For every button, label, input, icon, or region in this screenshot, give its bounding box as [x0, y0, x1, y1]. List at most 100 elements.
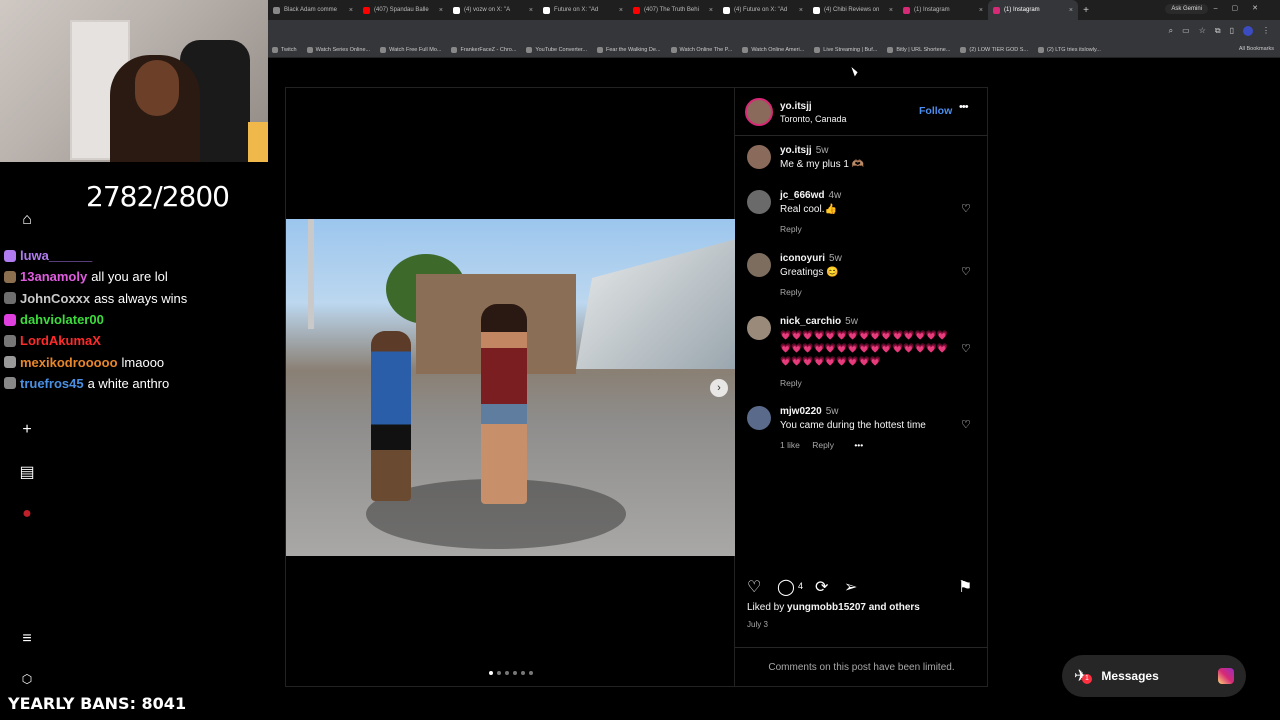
chat-username[interactable]: 13anamoly: [20, 269, 87, 284]
browser-tab[interactable]: (4) Future on X: "Ad ×: [718, 0, 808, 20]
like-comment-icon[interactable]: ♡: [961, 265, 971, 278]
close-tab-icon[interactable]: ×: [439, 7, 443, 14]
tab-favicon: [993, 6, 1000, 14]
bookmark-item[interactable]: Fear the Walking De...: [597, 46, 661, 53]
zoom-icon[interactable]: ⌕: [1169, 26, 1173, 36]
carousel-dot[interactable]: [497, 671, 501, 675]
bookmark-item[interactable]: Bitly | URL Shortene...: [887, 46, 950, 53]
messages-button[interactable]: ✈ 1 Messages: [1062, 655, 1246, 697]
window-controls[interactable]: –▢✕: [1214, 4, 1272, 12]
chat-username[interactable]: luwa______: [20, 248, 92, 263]
address-bar[interactable]: ⌕ ▭ ☆ ⧉ ▯ ⋮: [268, 20, 1280, 42]
profile-avatar[interactable]: [1243, 26, 1253, 36]
caption-avatar[interactable]: [747, 145, 771, 169]
author-avatar[interactable]: [745, 98, 773, 126]
chat-username[interactable]: JohnCoxxx: [20, 291, 90, 306]
like-comment-icon[interactable]: ♡: [961, 342, 971, 355]
bookmark-item[interactable]: Watch Series Online...: [306, 46, 370, 53]
close-tab-icon[interactable]: ×: [799, 7, 803, 14]
follow-button[interactable]: Follow: [919, 105, 952, 117]
author-username[interactable]: yo.itsjj: [780, 101, 812, 112]
bookmark-item[interactable]: Watch Online The P...: [670, 46, 732, 53]
hamburger-menu-icon[interactable]: ≡: [16, 628, 38, 650]
new-tab-button[interactable]: +: [1078, 5, 1094, 16]
browser-tab[interactable]: Future on X: "Ad ×: [538, 0, 628, 20]
extensions-icon[interactable]: ⧉: [1215, 26, 1221, 36]
like-comment-icon[interactable]: ♡: [961, 418, 971, 431]
bookmark-item[interactable]: (2) LOW TIER GOD S...: [960, 46, 1028, 53]
bookmark-label: (2) LTG tries itslowly...: [1047, 46, 1101, 53]
commenter-avatar[interactable]: [747, 316, 771, 340]
close-tab-icon[interactable]: ×: [529, 7, 533, 14]
liked-by-user[interactable]: yungmobb15207: [787, 602, 866, 613]
bookmark-item[interactable]: Live Streaming | Buf...: [814, 46, 877, 53]
chat-username[interactable]: dahviolater00: [20, 312, 104, 327]
chat-username[interactable]: mexikodrooooo: [20, 355, 118, 370]
chat-username[interactable]: truefros45: [20, 376, 84, 391]
carousel-dot[interactable]: [513, 671, 517, 675]
close-tab-icon[interactable]: ×: [1069, 7, 1073, 14]
carousel-dot[interactable]: [489, 671, 493, 675]
commenter-avatar[interactable]: [747, 190, 771, 214]
cast-icon[interactable]: ▭: [1182, 26, 1190, 36]
caption-username[interactable]: yo.itsjj: [780, 145, 812, 156]
commenter-avatar[interactable]: [747, 253, 771, 277]
commenter-avatar[interactable]: [747, 406, 771, 430]
carousel-dot[interactable]: [521, 671, 525, 675]
close-tab-icon[interactable]: ×: [889, 7, 893, 14]
menu-icon[interactable]: ⋮: [1262, 26, 1270, 36]
comment-like-count[interactable]: 1 like: [780, 440, 800, 450]
next-slide-button[interactable]: ›: [710, 379, 728, 397]
more-options-button[interactable]: •••: [959, 101, 969, 113]
lips-icon[interactable]: ●: [16, 503, 38, 525]
bookmark-item[interactable]: (2) LTG tries itslowly...: [1038, 46, 1101, 53]
shapes-icon[interactable]: ⬡: [16, 668, 38, 690]
like-comment-icon[interactable]: ♡: [961, 202, 971, 215]
save-icon[interactable]: ⚑: [958, 577, 972, 597]
plus-icon[interactable]: +: [16, 419, 38, 441]
comment-username[interactable]: mjw0220: [780, 406, 822, 417]
bookmark-icon: [814, 46, 821, 53]
browser-tab[interactable]: (1) Instagram ×: [988, 0, 1078, 20]
sidepanel-icon[interactable]: ▯: [1230, 26, 1234, 36]
share-icon[interactable]: ➢: [844, 577, 857, 597]
browser-tab[interactable]: (407) The Truth Behi ×: [628, 0, 718, 20]
carousel-dots: [286, 671, 736, 675]
bookmark-item[interactable]: FrankerFaceZ - Chro...: [451, 46, 516, 53]
reply-button[interactable]: Reply: [812, 440, 834, 450]
close-tab-icon[interactable]: ×: [709, 7, 713, 14]
comment-username[interactable]: jc_666wd: [780, 190, 824, 201]
browser-tab[interactable]: (407) Spandau Balle ×: [358, 0, 448, 20]
comment-username[interactable]: nick_carchio: [780, 316, 841, 327]
bookmark-item[interactable]: Twitch: [272, 46, 297, 53]
reply-button[interactable]: Reply: [780, 224, 802, 234]
close-tab-icon[interactable]: ×: [979, 7, 983, 14]
like-icon[interactable]: ♡: [747, 577, 761, 597]
star-icon[interactable]: ☆: [1199, 26, 1206, 36]
browser-tab[interactable]: Black Adam comme ×: [268, 0, 358, 20]
reply-button[interactable]: Reply: [780, 287, 802, 297]
close-tab-icon[interactable]: ×: [349, 7, 353, 14]
browser-tab[interactable]: (1) Instagram ×: [898, 0, 988, 20]
browser-tab[interactable]: (4) Chibi Reviews on ×: [808, 0, 898, 20]
chat-username[interactable]: LordAkumaX: [20, 333, 101, 348]
browser-tab[interactable]: (4) vozw on X: "A ×: [448, 0, 538, 20]
stats-icon[interactable]: ▤: [16, 461, 38, 483]
bookmark-item[interactable]: Watch Online Ameri...: [742, 46, 804, 53]
post-date[interactable]: July 3: [747, 620, 768, 629]
post-location[interactable]: Toronto, Canada: [780, 114, 847, 124]
carousel-dot[interactable]: [529, 671, 533, 675]
home-icon[interactable]: ⌂: [16, 209, 38, 231]
comment-username[interactable]: iconoyuri: [780, 253, 825, 264]
carousel-dot[interactable]: [505, 671, 509, 675]
comment-icon[interactable]: ◯: [777, 577, 795, 597]
reply-button[interactable]: Reply: [780, 378, 802, 388]
bookmark-item[interactable]: YouTube Converter...: [526, 46, 587, 53]
ask-gemini-button[interactable]: Ask Gemini: [1165, 4, 1208, 14]
repost-icon[interactable]: ⟳: [815, 577, 828, 597]
all-bookmarks[interactable]: All Bookmarks: [1239, 46, 1274, 52]
comment-options-icon[interactable]: •••: [854, 440, 863, 450]
close-tab-icon[interactable]: ×: [619, 7, 623, 14]
bookmark-item[interactable]: Watch Free Full Mo...: [380, 46, 441, 53]
liked-by-others[interactable]: and others: [869, 602, 920, 613]
